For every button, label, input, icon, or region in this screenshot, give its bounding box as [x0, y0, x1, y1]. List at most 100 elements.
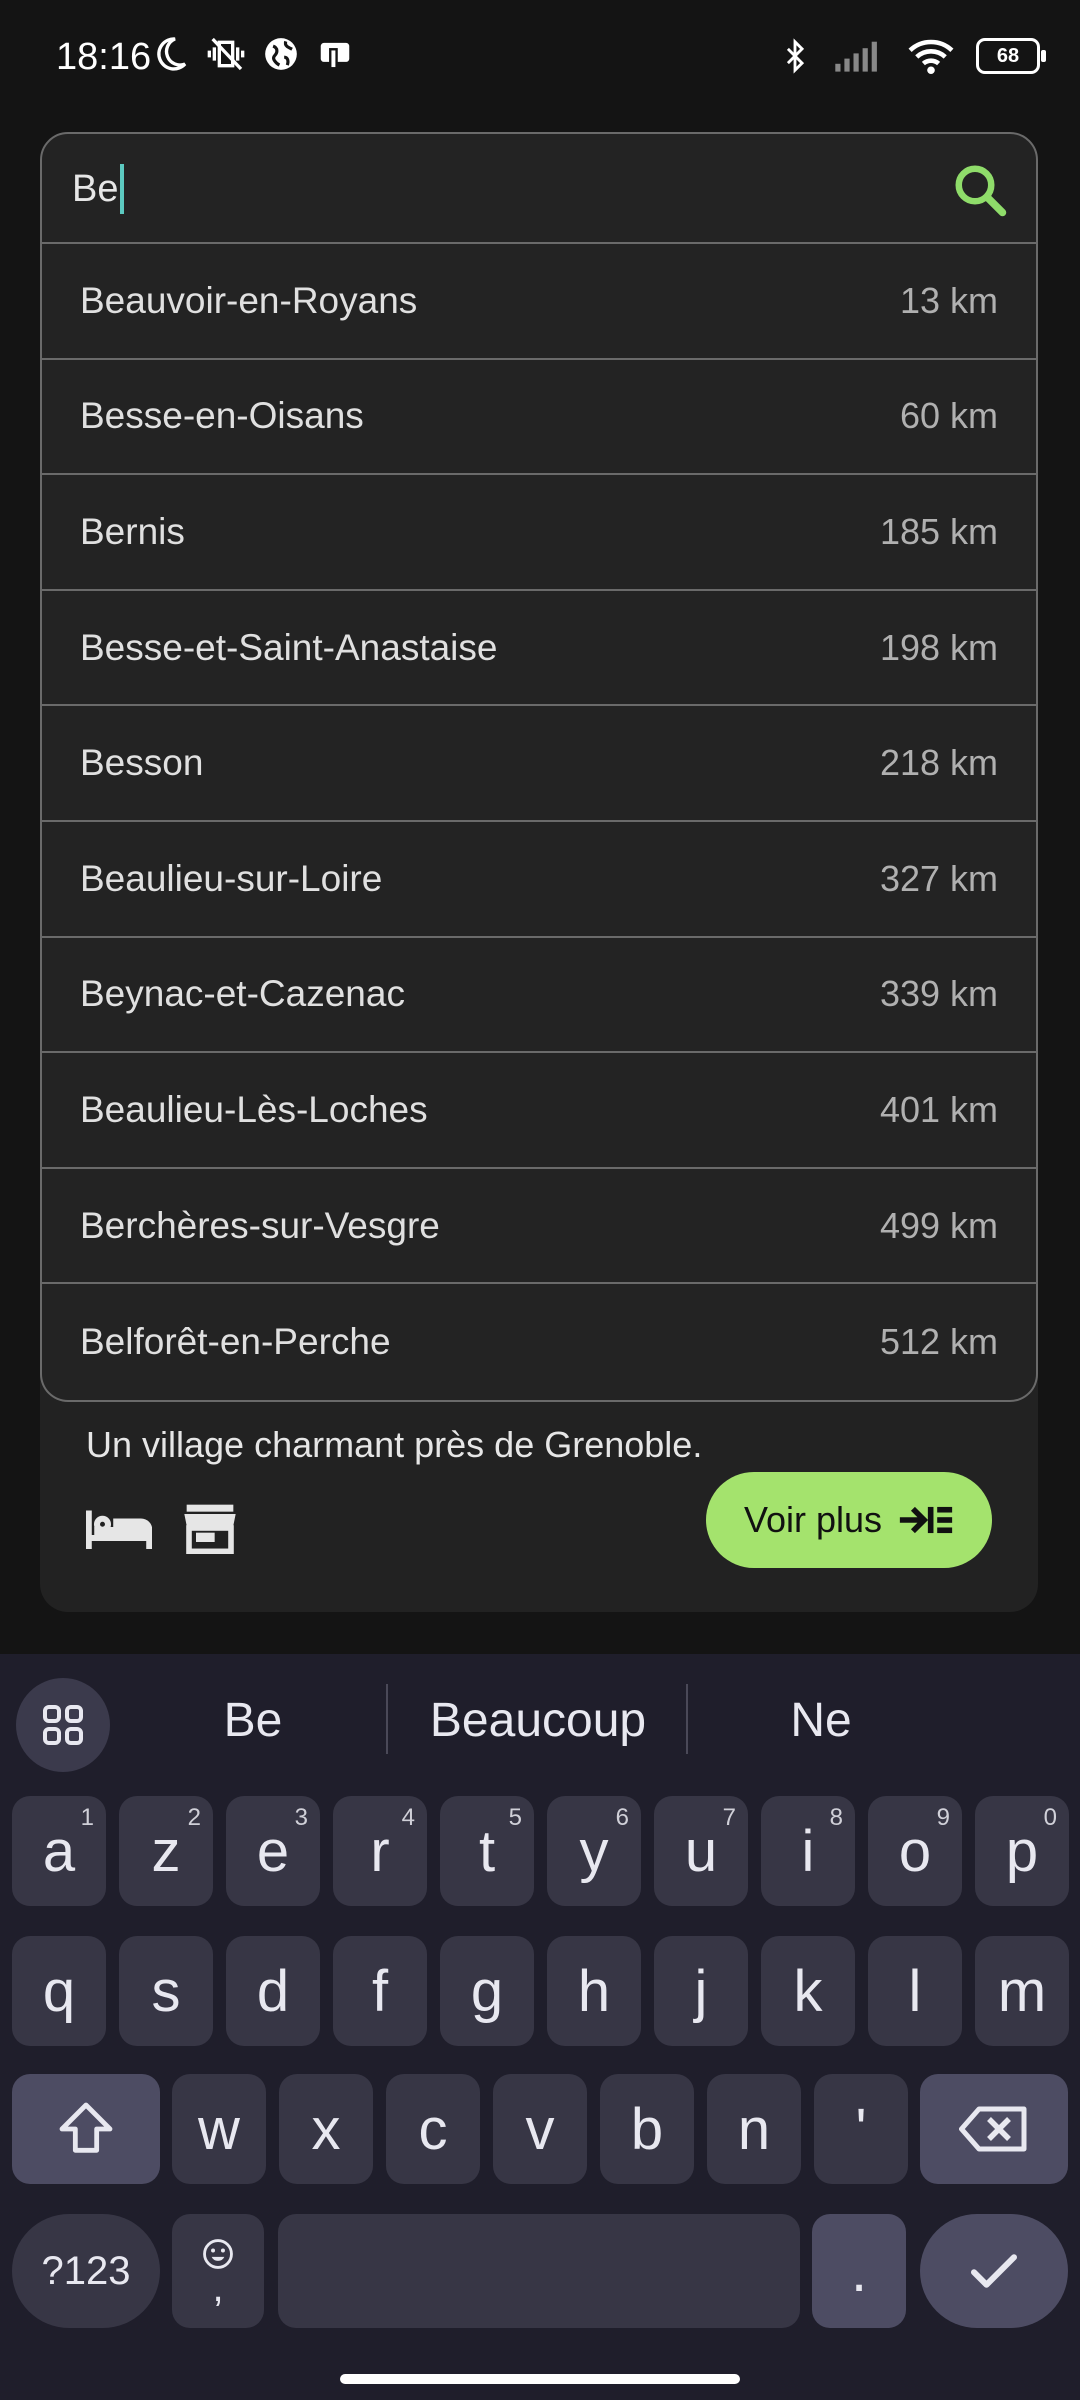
- result-item[interactable]: Beaulieu-sur-Loire 327 km: [42, 822, 1036, 938]
- key-hint: 1: [80, 1804, 94, 1831]
- key-label: p: [1005, 1818, 1039, 1884]
- shift-key[interactable]: [12, 2074, 160, 2184]
- amenities: [86, 1502, 238, 1554]
- key-label: h: [577, 1958, 611, 2024]
- result-name: Beaulieu-sur-Loire: [80, 857, 383, 899]
- letter-key[interactable]: i8: [761, 1796, 855, 1906]
- search-bar[interactable]: [40, 132, 1038, 244]
- key-label: u: [684, 1818, 718, 1884]
- home-indicator[interactable]: [340, 2374, 740, 2384]
- key-label: e: [256, 1818, 290, 1884]
- result-item[interactable]: Besson 218 km: [42, 706, 1036, 822]
- keyboard-apps-button[interactable]: [16, 1678, 110, 1772]
- letter-key[interactable]: v: [493, 2074, 587, 2184]
- key-label: k: [793, 1958, 823, 2024]
- result-item[interactable]: Besse-en-Oisans 60 km: [42, 360, 1036, 476]
- result-name: Besse-et-Saint-Anastaise: [80, 626, 498, 668]
- result-distance: 218 km: [879, 742, 998, 784]
- key-label: d: [256, 1958, 290, 2024]
- letter-key[interactable]: c: [386, 2074, 480, 2184]
- key-hint: 7: [722, 1804, 736, 1831]
- backspace-key[interactable]: [920, 2074, 1068, 2184]
- letter-key[interactable]: n: [707, 2074, 801, 2184]
- letter-key[interactable]: x: [279, 2074, 373, 2184]
- key-label: j: [694, 1958, 708, 2024]
- suggestion-bar: Be Beaucoup Ne: [0, 1654, 1080, 1774]
- key-label: o: [898, 1818, 932, 1884]
- symbols-key[interactable]: ?123: [12, 2214, 160, 2328]
- result-distance: 60 km: [899, 395, 998, 437]
- suggestion-3[interactable]: Ne: [696, 1680, 946, 1760]
- result-item[interactable]: Berchères-sur-Vesgre 499 km: [42, 1169, 1036, 1285]
- emoji-comma-key[interactable]: ,: [172, 2214, 264, 2328]
- key-hint: 2: [187, 1804, 201, 1831]
- battery-level: 68: [996, 44, 1020, 67]
- letter-key[interactable]: t5: [440, 1796, 534, 1906]
- letter-key[interactable]: ': [814, 2074, 908, 2184]
- result-item[interactable]: Bernis 185 km: [42, 475, 1036, 591]
- status-time: 18:16: [56, 36, 152, 78]
- list-arrow-icon: [899, 1506, 953, 1534]
- result-item[interactable]: Beauvoir-en-Royans 13 km: [42, 244, 1036, 360]
- suggestion-divider: [386, 1684, 388, 1754]
- result-item[interactable]: Besse-et-Saint-Anastaise 198 km: [42, 591, 1036, 707]
- letter-key[interactable]: r4: [333, 1796, 427, 1906]
- space-key[interactable]: [278, 2214, 800, 2328]
- result-name: Bernis: [80, 510, 185, 552]
- letter-key[interactable]: f: [333, 1936, 427, 2046]
- voir-plus-button[interactable]: Voir plus: [706, 1472, 992, 1568]
- status-bar: 18:16 68: [0, 0, 1080, 120]
- keyboard: Be Beaucoup Ne a1z2e3r4t5y6u7i8o9p0qsdfg…: [0, 1654, 1080, 2400]
- result-distance: 327 km: [879, 857, 998, 899]
- key-label: q: [42, 1958, 76, 2024]
- search-icon[interactable]: [950, 160, 1010, 220]
- key-label: w: [198, 2096, 240, 2162]
- letter-key[interactable]: o9: [868, 1796, 962, 1906]
- search-results-dropdown: Beauvoir-en-Royans 13 km Besse-en-Oisans 60…: [40, 244, 1038, 1402]
- letter-key[interactable]: q: [12, 1936, 106, 2046]
- key-label: f: [371, 1958, 389, 2024]
- grid-icon: [43, 1705, 83, 1745]
- letter-key[interactable]: m: [975, 1936, 1069, 2046]
- key-label: i: [801, 1818, 815, 1884]
- globe-icon: [265, 38, 297, 70]
- key-label: m: [997, 1958, 1047, 2024]
- letter-key[interactable]: s: [119, 1936, 213, 2046]
- letter-key[interactable]: k: [761, 1936, 855, 2046]
- screen-icon: [320, 42, 350, 70]
- period-key[interactable]: .: [812, 2214, 906, 2328]
- letter-key[interactable]: j: [654, 1936, 748, 2046]
- result-item[interactable]: Beynac-et-Cazenac 339 km: [42, 938, 1036, 1054]
- letter-key[interactable]: a1: [12, 1796, 106, 1906]
- key-hint: 6: [615, 1804, 629, 1831]
- vibrate-off-icon: [207, 37, 245, 71]
- key-label: c: [418, 2096, 448, 2162]
- letter-key[interactable]: e3: [226, 1796, 320, 1906]
- letter-key[interactable]: l: [868, 1936, 962, 2046]
- letter-key[interactable]: h: [547, 1936, 641, 2046]
- result-distance: 185 km: [879, 510, 998, 552]
- letter-key[interactable]: b: [600, 2074, 694, 2184]
- suggestion-1[interactable]: Be: [130, 1680, 376, 1760]
- letter-key[interactable]: w: [172, 2074, 266, 2184]
- search-input[interactable]: [72, 156, 872, 222]
- result-name: Beaulieu-Lès-Loches: [80, 1088, 428, 1130]
- wifi-icon: [908, 39, 954, 75]
- letter-key[interactable]: z2: [119, 1796, 213, 1906]
- letter-key[interactable]: u7: [654, 1796, 748, 1906]
- result-name: Beynac-et-Cazenac: [80, 973, 405, 1015]
- signal-icon: [835, 41, 877, 72]
- letter-key[interactable]: g: [440, 1936, 534, 2046]
- letter-key[interactable]: y6: [547, 1796, 641, 1906]
- key-label: n: [737, 2096, 771, 2162]
- result-item[interactable]: Beaulieu-Lès-Loches 401 km: [42, 1053, 1036, 1169]
- text-caret: [120, 164, 124, 214]
- enter-key[interactable]: [920, 2214, 1068, 2328]
- letter-key[interactable]: p0: [975, 1796, 1069, 1906]
- key-label: a: [42, 1818, 76, 1884]
- key-label: z: [151, 1818, 181, 1884]
- result-item[interactable]: Belforêt-en-Perche 512 km: [42, 1284, 1036, 1400]
- suggestion-divider: [686, 1684, 688, 1754]
- letter-key[interactable]: d: [226, 1936, 320, 2046]
- suggestion-2[interactable]: Beaucoup: [396, 1680, 680, 1760]
